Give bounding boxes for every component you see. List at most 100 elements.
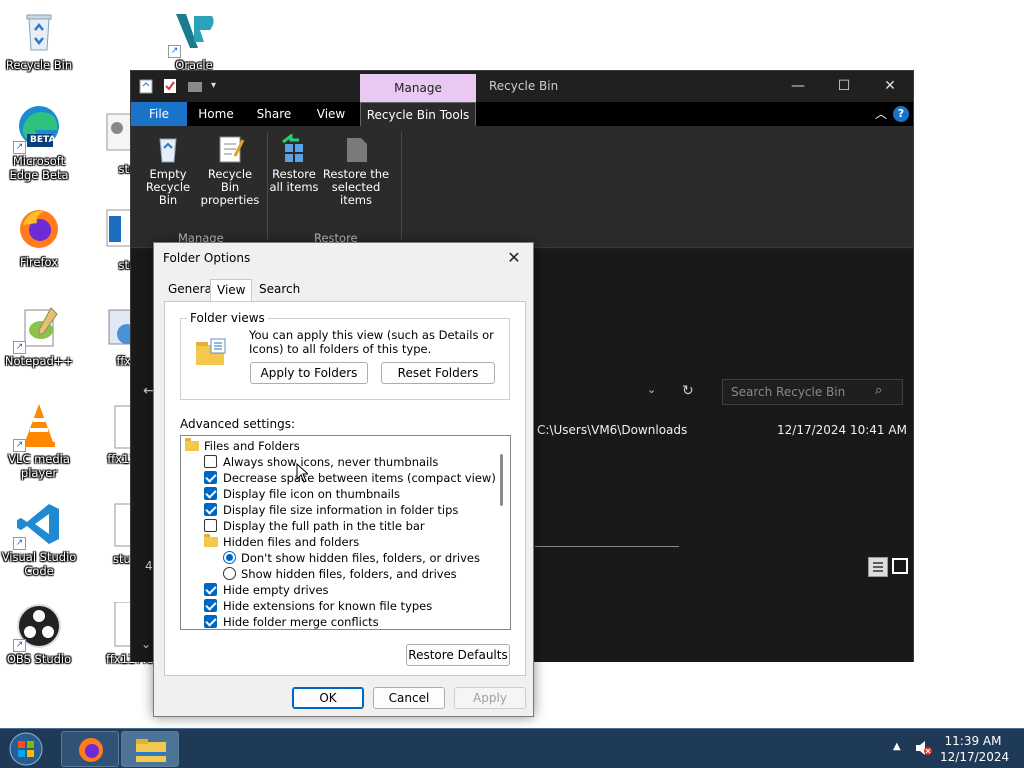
properties-qat-icon[interactable] [163, 78, 179, 94]
desktop-icon-firefox[interactable]: Firefox [0, 205, 78, 269]
folder-icon [185, 438, 199, 451]
checkbox-unchecked[interactable] [204, 519, 217, 532]
refresh-icon[interactable]: ↻ [682, 383, 694, 399]
desktop-icon-oracle[interactable]: ↗ Oracle [155, 8, 233, 72]
tab-general[interactable]: General [168, 282, 215, 296]
tree-checkbox-1[interactable]: Always show icons, never thumbnails [204, 454, 438, 470]
restore-selected-items-button[interactable]: Restore the selected items [319, 134, 393, 207]
desktop-icon-obs[interactable]: ↗ OBS Studio [0, 602, 78, 666]
restore-all-label: Restore all items [269, 167, 319, 194]
details-view-icon[interactable] [868, 557, 888, 577]
minimize-button[interactable]: — [775, 71, 821, 102]
checkbox-checked[interactable] [204, 615, 217, 628]
folder-view-icon [195, 337, 229, 370]
restore-defaults-button[interactable]: Restore Defaults [406, 644, 510, 666]
tree-checkbox-2[interactable]: Decrease space between items (compact vi… [204, 470, 496, 486]
tab-share[interactable]: Share [247, 102, 301, 126]
restore-all-items-button[interactable]: Restore all items [267, 133, 321, 194]
close-button[interactable]: ✕ [867, 71, 913, 102]
desktop-icon-edge-beta[interactable]: BETA ↗ Microsoft Edge Beta [0, 104, 78, 182]
desktop-icon-vscode[interactable]: ↗ Visual Studio Code [0, 500, 78, 578]
show-hidden-icons-icon[interactable]: ▲ [893, 741, 901, 752]
tree-checkbox-10[interactable]: Hide extensions for known file types [204, 598, 432, 614]
manage-contextual-tab[interactable]: Manage [360, 74, 476, 102]
tree-radio-7[interactable]: Don't show hidden files, folders, or dri… [223, 550, 480, 566]
firefox-icon [15, 205, 63, 253]
tree-checkbox-11[interactable]: Hide folder merge conflicts [204, 614, 379, 629]
tree-checkbox-5[interactable]: Display the full path in the title bar [204, 518, 425, 534]
checkbox-checked[interactable] [204, 583, 217, 596]
desktop-icon-label: Firefox [19, 255, 59, 269]
shortcut-arrow-icon: ↗ [13, 341, 26, 354]
empty-recycle-bin-button[interactable]: Empty Recycle Bin [135, 134, 201, 207]
volume-muted-icon[interactable] [914, 740, 932, 759]
tab-view[interactable]: View [305, 102, 357, 126]
tab-home[interactable]: Home [189, 102, 243, 126]
tab-recycle-bin-tools[interactable]: Recycle Bin Tools [360, 102, 476, 126]
chevron-down-icon[interactable]: ⌄ [141, 637, 151, 651]
help-icon[interactable]: ? [893, 106, 909, 122]
reset-folders-button[interactable]: Reset Folders [381, 362, 495, 384]
scrollbar[interactable] [493, 436, 510, 629]
tab-view[interactable]: View [210, 279, 253, 301]
radio-selected[interactable] [223, 551, 236, 564]
tree-item-label: Don't show hidden files, folders, or dri… [241, 551, 481, 565]
original-location[interactable]: C:\Users\VM6\Downloads [537, 423, 687, 437]
tree-checkbox-4[interactable]: Display file size information in folder … [204, 502, 458, 518]
date-deleted[interactable]: 12/17/2024 10:41 AM [777, 423, 907, 437]
new-folder-qat-icon[interactable] [187, 78, 203, 94]
taskbar-file-explorer[interactable] [121, 731, 179, 767]
shortcut-arrow-icon: ↗ [13, 639, 26, 652]
checkbox-checked[interactable] [204, 487, 217, 500]
tree-item-label: Always show icons, never thumbnails [223, 455, 439, 469]
shortcut-arrow-icon: ↗ [13, 537, 26, 550]
apply-button[interactable]: Apply [454, 687, 526, 709]
tab-search[interactable]: Search [259, 282, 300, 296]
scrollbar-thumb[interactable] [500, 454, 503, 506]
checkbox-checked[interactable] [204, 599, 217, 612]
chevron-down-icon[interactable]: ▾ [211, 78, 227, 94]
maximize-button[interactable]: ☐ [821, 71, 867, 102]
tab-file[interactable]: File [131, 102, 187, 126]
view-tab-panel: Folder views You can apply this view (su… [164, 301, 526, 676]
tree-folder-0: Files and Folders [185, 438, 300, 454]
clock-date[interactable]: 12/17/2024 [940, 750, 1009, 764]
tree-checkbox-9[interactable]: Hide empty drives [204, 582, 329, 598]
start-button[interactable] [6, 731, 46, 767]
checkbox-checked[interactable] [204, 503, 217, 516]
checkbox-unchecked[interactable] [204, 455, 217, 468]
restore-selected-label: Restore the selected items [322, 167, 390, 207]
desktop-icon-vlc[interactable]: ↗ VLC media player [0, 402, 78, 480]
desktop-icon-notepad-plus[interactable]: ↗ Notepad++ [0, 304, 78, 368]
tree-item-label: Display file size information in folder … [223, 503, 459, 517]
advanced-settings-tree[interactable]: Files and Folders Always show icons, neve… [180, 435, 511, 630]
checkbox-checked[interactable] [204, 471, 217, 484]
large-icons-view-icon[interactable] [892, 558, 908, 574]
cancel-button[interactable]: Cancel [373, 687, 445, 709]
clock-time[interactable]: 11:39 AM [940, 734, 1006, 748]
tree-checkbox-3[interactable]: Display file icon on thumbnails [204, 486, 400, 502]
tree-item-label: Hide folder merge conflicts [223, 615, 379, 629]
tree-item-label: Display file icon on thumbnails [223, 487, 400, 501]
tree-radio-8[interactable]: Show hidden files, folders, and drives [223, 566, 457, 582]
taskbar-firefox[interactable] [61, 731, 119, 767]
close-button[interactable]: ✕ [499, 246, 529, 270]
shortcut-arrow-icon: ↗ [13, 141, 26, 154]
chevron-down-icon[interactable]: ⌄ [647, 383, 656, 396]
chevron-up-icon[interactable]: ︿ [875, 105, 887, 122]
search-icon[interactable]: ⌕ [875, 383, 882, 398]
taskbar: ▲ 11:39 AM 12/17/2024 [0, 728, 1024, 768]
radio-unselected[interactable] [223, 567, 236, 580]
apply-to-folders-button[interactable]: Apply to Folders [250, 362, 368, 384]
firefox-icon [76, 735, 106, 768]
desktop-icon-label: OBS Studio [6, 652, 72, 666]
folder-views-group: Folder views You can apply this view (su… [180, 311, 510, 400]
notepad-plus-icon: ↗ [13, 304, 63, 354]
restore-all-icon [279, 133, 309, 164]
ribbon-separator [401, 132, 402, 240]
ok-button[interactable]: OK [292, 687, 364, 709]
vlc-icon: ↗ [13, 402, 63, 452]
desktop-icon-recycle-bin[interactable]: Recycle Bin [0, 8, 78, 72]
recycle-bin-properties-button[interactable]: Recycle Bin properties [197, 134, 263, 207]
desktop-icon-label: Microsoft Edge Beta [9, 154, 69, 182]
